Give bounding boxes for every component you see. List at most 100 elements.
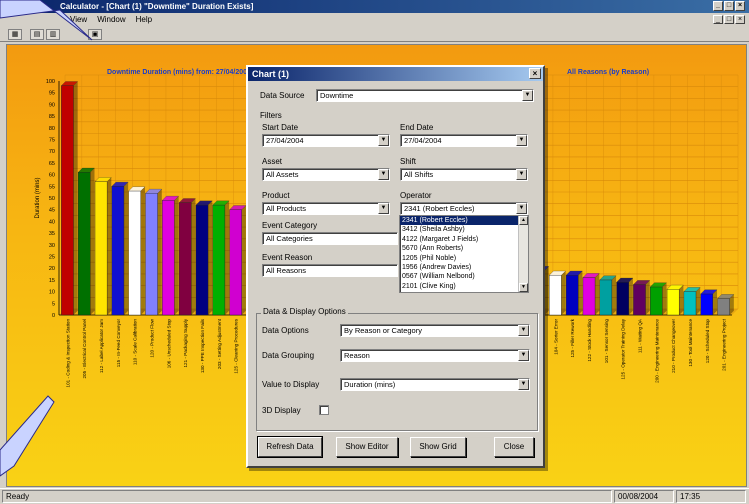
- chart-bar-side: [679, 285, 684, 315]
- y-tick-label: 65: [49, 161, 55, 167]
- chart-bar-side: [611, 275, 617, 315]
- product-select[interactable]: All Products ▼: [262, 202, 390, 215]
- y-tick-label: 55: [49, 184, 55, 190]
- chart-bar-side: [224, 200, 230, 315]
- chart-bar: [650, 286, 663, 316]
- list-item[interactable]: 1956 (Andrew Davies): [400, 263, 528, 272]
- chevron-down-icon[interactable]: ▼: [516, 169, 527, 180]
- chart-bar-side: [645, 280, 650, 315]
- operator-select[interactable]: 2341 (Robert Eccles) ▼: [400, 202, 528, 215]
- chart-bar: [195, 204, 209, 316]
- data-options-select[interactable]: By Reason or Category ▼: [340, 324, 530, 337]
- list-item[interactable]: 2101 (Clive King): [400, 282, 528, 291]
- minimize-button[interactable]: _: [713, 1, 723, 11]
- chevron-down-icon[interactable]: ▼: [522, 90, 533, 101]
- chart-bar-side: [578, 271, 583, 315]
- maximize-button[interactable]: □: [724, 1, 734, 11]
- data-source-select[interactable]: Downtime ▼: [316, 89, 534, 102]
- scroll-down-icon[interactable]: ▼: [519, 283, 528, 292]
- callout-top-left: [0, 0, 93, 41]
- x-tick-label: 205 - Electrical Control Panel: [82, 319, 87, 379]
- chevron-down-icon[interactable]: ▼: [516, 135, 527, 146]
- chart-bar-side: [695, 287, 701, 315]
- end-date-label: End Date: [400, 123, 434, 132]
- chart-bar: [633, 284, 646, 316]
- end-date-value: 27/04/2004: [404, 136, 442, 145]
- start-date-picker[interactable]: 27/04/2004 ▼: [262, 134, 390, 147]
- y-tick-label: 100: [46, 79, 55, 85]
- data-source-value: Downtime: [320, 91, 354, 100]
- chevron-down-icon[interactable]: ▼: [518, 379, 529, 390]
- y-tick-label: 10: [49, 290, 55, 296]
- x-tick-label: 122 - Stock Handling: [587, 319, 592, 362]
- x-tick-label: 121 - Packaging Supply: [183, 318, 188, 367]
- list-item[interactable]: 0567 (William Nelbond): [400, 272, 528, 281]
- chevron-down-icon[interactable]: ▼: [518, 350, 529, 361]
- start-date-label: Start Date: [262, 123, 299, 132]
- chart-title-left: Downtime Duration (mins) from: 27/04/200…: [107, 69, 251, 76]
- value-to-display-select[interactable]: Duration (mins) ▼: [340, 378, 530, 391]
- list-item[interactable]: 1205 (Phil Noble): [400, 254, 528, 263]
- x-tick-label: 125 - Operator Training Delay: [621, 318, 626, 379]
- y-tick-label: 85: [49, 114, 55, 120]
- child-maximize-button[interactable]: □: [724, 15, 734, 24]
- data-options-value: By Reason or Category: [344, 326, 422, 335]
- chart-bar-side: [123, 182, 129, 315]
- value-to-display-value: Duration (mins): [344, 380, 396, 389]
- chart-bar: [61, 85, 74, 316]
- list-item[interactable]: 2341 (Robert Eccles): [400, 216, 528, 226]
- chart-bar: [128, 190, 141, 316]
- operator-dropdown-list[interactable]: 2341 (Robert Eccles) 3412 (Sheila Ashby)…: [399, 215, 529, 293]
- child-minimize-button[interactable]: _: [713, 15, 723, 24]
- chevron-down-icon[interactable]: ▼: [378, 135, 389, 146]
- display-3d-checkbox[interactable]: [319, 405, 329, 415]
- close-dialog-button[interactable]: Close: [494, 437, 534, 457]
- x-tick-label: 110 - Scale Calibration: [133, 319, 138, 366]
- list-item[interactable]: 5670 (Ann Roberts): [400, 244, 528, 253]
- data-grouping-select[interactable]: Reason ▼: [340, 349, 530, 362]
- event-reason-label: Event Reason: [262, 253, 313, 262]
- list-item[interactable]: 3412 (Sheila Ashby): [400, 225, 528, 234]
- asset-label: Asset: [262, 157, 283, 166]
- chart-bar: [700, 293, 714, 316]
- end-date-picker[interactable]: 27/04/2004 ▼: [400, 134, 528, 147]
- menu-help[interactable]: Help: [136, 13, 152, 27]
- scroll-up-icon[interactable]: ▲: [519, 216, 528, 225]
- list-scrollbar[interactable]: ▲ ▼: [518, 216, 528, 292]
- chart-bar-side: [595, 273, 600, 315]
- display-3d-label: 3D Display: [262, 406, 301, 415]
- chart-bar: [666, 289, 680, 316]
- list-item[interactable]: 4122 (Margaret J Fields): [400, 235, 528, 244]
- chevron-down-icon[interactable]: ▼: [518, 325, 529, 336]
- asset-select[interactable]: All Assets ▼: [262, 168, 390, 181]
- dialog-close-icon[interactable]: ×: [529, 68, 541, 79]
- chart-bar-side: [561, 271, 566, 315]
- x-tick-label: 210 - Product Changeover: [671, 319, 676, 373]
- dialog-title: Chart (1): [252, 69, 290, 79]
- close-button[interactable]: ×: [735, 1, 745, 11]
- chart-bar: [616, 282, 629, 316]
- x-tick-label: 200 - Engineering Maintenance: [654, 319, 659, 383]
- chart-bar: [94, 181, 108, 316]
- product-label: Product: [262, 191, 290, 200]
- refresh-data-button[interactable]: Refresh Data: [257, 436, 323, 458]
- x-tick-label: 130 - Tool Maintenance: [688, 319, 693, 367]
- chevron-down-icon[interactable]: ▼: [516, 203, 527, 214]
- event-category-select[interactable]: All Categories: [262, 232, 398, 245]
- x-tick-label: 125 - Filler Rework: [570, 318, 575, 357]
- x-tick-label: 125 - Cleaning Procedures: [234, 318, 239, 373]
- value-to-display-label: Value to Display: [262, 380, 320, 389]
- chart-bar: [683, 291, 697, 316]
- show-editor-button[interactable]: Show Editor: [336, 437, 398, 457]
- child-close-button[interactable]: ×: [735, 15, 745, 24]
- product-value: All Products: [266, 204, 307, 213]
- chart-bar-side: [140, 186, 145, 315]
- shift-select[interactable]: All Shifts ▼: [400, 168, 528, 181]
- event-reason-select[interactable]: All Reasons: [262, 264, 398, 277]
- chart-bar: [111, 186, 125, 316]
- chevron-down-icon[interactable]: ▼: [378, 203, 389, 214]
- chart-bar: [145, 193, 158, 316]
- chart-bar: [178, 202, 192, 316]
- chevron-down-icon[interactable]: ▼: [378, 169, 389, 180]
- show-grid-button[interactable]: Show Grid: [410, 437, 466, 457]
